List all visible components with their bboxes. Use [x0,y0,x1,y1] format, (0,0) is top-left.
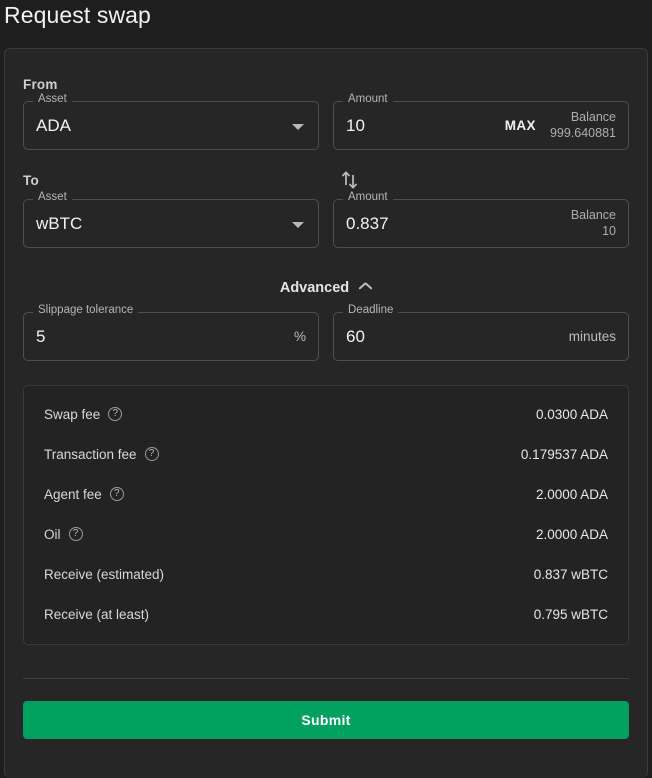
to-balance: Balance 10 [571,208,616,239]
fee-value: 2.0000 ADA [535,486,608,502]
footer-divider [23,678,629,679]
table-row: Swap fee ? 0.0300 ADA [44,394,608,434]
fee-value: 0.837 wBTC [533,566,608,582]
deadline-field[interactable]: Deadline 60 minutes [333,304,629,361]
to-amount-input[interactable]: 0.837 [346,214,389,234]
to-asset-legend: Asset [33,191,72,204]
fee-summary-panel: Swap fee ? 0.0300 ADA Transaction fee ? … [23,385,629,645]
chevron-up-icon[interactable] [359,284,372,292]
chevron-down-icon[interactable] [292,221,304,228]
slippage-legend: Slippage tolerance [33,304,139,317]
from-asset-legend: Asset [33,93,72,106]
help-circle-icon[interactable]: ? [108,407,123,421]
to-amount-legend: Amount [343,191,393,204]
table-row: Receive (estimated) 0.837 wBTC [44,554,608,594]
to-asset-value: wBTC [36,213,83,233]
table-row: Agent fee ? 2.0000 ADA [44,474,608,514]
slippage-suffix: % [293,329,306,344]
fee-value: 0.0300 ADA [535,406,608,422]
from-balance-value: 999.640881 [549,125,616,140]
fee-label: Oil [44,526,61,542]
to-balance-label: Balance [570,207,616,222]
deadline-legend: Deadline [343,304,399,317]
from-section-label: From [23,77,58,92]
swap-vertical-icon[interactable] [339,168,361,192]
swap-request-card: From Asset ADA Amount 10 MAX Balance 999… [4,48,648,778]
from-amount-legend: Amount [343,93,393,106]
fee-label: Transaction fee [44,446,137,462]
fee-label: Agent fee [44,486,102,502]
from-amount-field[interactable]: Amount 10 MAX Balance 999.640881 [333,93,629,150]
help-circle-icon[interactable]: ? [144,447,159,461]
fee-value: 0.179537 ADA [520,446,608,462]
to-section-label: To [23,173,39,188]
slippage-tolerance-field[interactable]: Slippage tolerance 5 % [23,304,319,361]
advanced-toggle[interactable]: Advanced [23,280,629,296]
slippage-input[interactable]: 5 [36,327,45,347]
from-max-button[interactable]: MAX [505,118,536,133]
page-title: Request swap [4,2,151,28]
fee-value: 2.0000 ADA [535,526,608,542]
to-row: Asset wBTC Amount 0.837 Balance 10 [23,191,629,248]
submit-button[interactable]: Submit [23,701,629,739]
help-circle-icon[interactable]: ? [68,527,83,541]
fee-label: Receive (estimated) [44,566,165,582]
from-balance: Balance 999.640881 [550,110,616,141]
chevron-down-icon[interactable] [292,123,304,130]
to-asset-select[interactable]: Asset wBTC [23,191,319,248]
from-balance-label: Balance [570,109,616,124]
to-header-row: To [23,171,629,190]
table-row: Oil ? 2.0000 ADA [44,514,608,554]
table-row: Transaction fee ? 0.179537 ADA [44,434,608,474]
from-row: Asset ADA Amount 10 MAX Balance 999.6408… [23,93,629,150]
advanced-label: Advanced [279,280,350,296]
to-balance-value: 10 [602,223,616,238]
from-asset-value: ADA [36,115,71,135]
deadline-input[interactable]: 60 [346,327,365,347]
fee-label: Receive (at least) [44,606,150,622]
advanced-row: Slippage tolerance 5 % Deadline 60 minut… [23,304,629,361]
fee-label: Swap fee [44,406,101,422]
table-row: Receive (at least) 0.795 wBTC [44,594,608,634]
from-amount-input[interactable]: 10 [346,116,365,136]
to-amount-field[interactable]: Amount 0.837 Balance 10 [333,191,629,248]
from-asset-select[interactable]: Asset ADA [23,93,319,150]
help-circle-icon[interactable]: ? [109,487,124,501]
deadline-suffix: minutes [568,329,616,344]
fee-value: 0.795 wBTC [533,606,608,622]
